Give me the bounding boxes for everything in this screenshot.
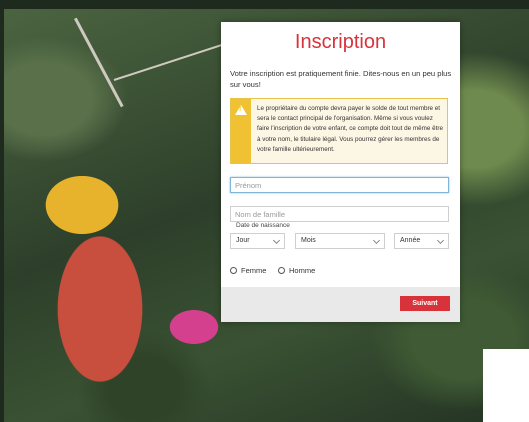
chevron-down-icon xyxy=(372,236,381,245)
warning-bar xyxy=(231,99,251,163)
last-name-input[interactable] xyxy=(230,206,449,222)
year-select-value: Année xyxy=(400,237,421,244)
gender-male-option[interactable]: Homme xyxy=(278,266,315,275)
chevron-down-icon xyxy=(272,236,281,245)
radio-male[interactable] xyxy=(278,267,285,274)
first-name-input[interactable] xyxy=(230,177,449,193)
chevron-down-icon xyxy=(436,236,445,245)
day-select-value: Jour xyxy=(236,237,250,244)
month-select[interactable]: Mois xyxy=(295,233,385,249)
gender-female-option[interactable]: Femme xyxy=(230,266,266,275)
next-button[interactable]: Suivant xyxy=(400,296,450,311)
warning-text: Le propriétaire du compte devra payer le… xyxy=(257,105,444,153)
modal-footer: Suivant xyxy=(221,287,460,322)
day-select[interactable]: Jour xyxy=(230,233,285,249)
registration-modal: Inscription Votre inscription est pratiq… xyxy=(221,22,460,322)
dob-label: Date de naissance xyxy=(236,222,290,229)
gender-female-label: Femme xyxy=(241,266,267,275)
zipline-rope xyxy=(74,17,124,108)
radio-female[interactable] xyxy=(230,267,237,274)
zipline-cable xyxy=(113,38,238,81)
warning-icon xyxy=(235,105,247,115)
modal-title: Inscription xyxy=(294,31,387,53)
gender-male-label: Homme xyxy=(289,266,316,275)
intro-text: Votre inscription est pratiquement finie… xyxy=(230,69,452,89)
warning-alert: Le propriétaire du compte devra payer le… xyxy=(230,98,448,164)
month-select-value: Mois xyxy=(301,237,316,244)
year-select[interactable]: Année xyxy=(394,233,449,249)
corner-panel xyxy=(483,349,529,422)
